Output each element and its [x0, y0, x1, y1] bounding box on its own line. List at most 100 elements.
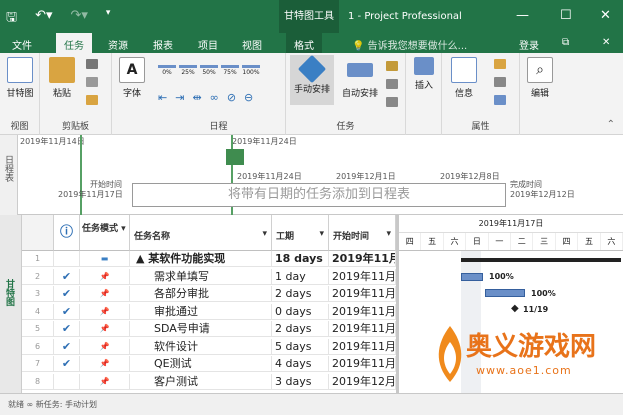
redo-icon[interactable]: ↷▾ [71, 8, 88, 30]
task-complete-indicator[interactable]: ✔ [54, 338, 80, 355]
inactivate-icon[interactable]: ⊖ [244, 91, 253, 104]
task-name-cell[interactable]: QE测试 [130, 356, 272, 372]
task-name-cell[interactable]: 各部分审批 [130, 286, 272, 302]
row-number[interactable]: 3 [22, 286, 54, 302]
select-all-corner[interactable] [22, 215, 54, 251]
task-name-cell[interactable]: 需求单填写 [130, 268, 272, 285]
ribbon-display-icon[interactable]: ⧉ [562, 37, 569, 48]
duration-cell[interactable]: 4 days [272, 356, 329, 372]
task-bar-3[interactable] [485, 289, 525, 297]
table-row[interactable]: 3 ✔ 📌 各部分审批 2 days 2019年11月 [22, 286, 396, 302]
pct-25-button[interactable]: 25% [179, 65, 197, 76]
minimize-icon[interactable]: — [516, 8, 529, 23]
task-mode-icon[interactable]: 📌 [80, 356, 130, 372]
duration-cell[interactable]: 1 day [272, 268, 329, 285]
unlink-icon[interactable]: ⊘ [227, 91, 236, 104]
start-cell[interactable]: 2019年11月 [329, 251, 396, 267]
duration-cell[interactable]: 2 days [272, 321, 329, 337]
pct-75-button[interactable]: 75% [221, 65, 239, 76]
task-complete-indicator[interactable] [54, 373, 80, 390]
milestone-diamond[interactable]: ◆ [511, 303, 519, 314]
task-mode-header[interactable]: 任务模式 ▾ [80, 215, 130, 251]
row-number[interactable]: 8 [22, 373, 54, 390]
maximize-icon[interactable]: ☐ [560, 8, 572, 23]
task-name-cell[interactable]: SDA号申请 [130, 321, 272, 337]
pct-0-button[interactable]: 0% [158, 65, 176, 76]
start-header[interactable]: 开始时间 ▾ [329, 215, 396, 251]
task-complete-indicator[interactable] [54, 251, 80, 267]
notes-icon[interactable] [494, 59, 506, 69]
task-complete-indicator[interactable]: ✔ [54, 303, 80, 320]
table-row[interactable]: 1 ▬ ▲ 某软件功能实现 18 days 2019年11月 [22, 251, 396, 267]
tab-file[interactable]: 文件 [12, 37, 32, 52]
row-number[interactable]: 2 [22, 268, 54, 285]
tab-view[interactable]: 视图 [242, 37, 262, 52]
mode-icon[interactable] [386, 97, 398, 107]
row-number[interactable]: 4 [22, 303, 54, 320]
row-number[interactable]: 6 [22, 338, 54, 355]
task-complete-indicator[interactable]: ✔ [54, 286, 80, 302]
undo-icon[interactable]: ↶▾ [35, 8, 52, 30]
start-cell[interactable]: 2019年11月 [329, 268, 396, 285]
start-cell[interactable]: 2019年11月 [329, 356, 396, 372]
details-icon[interactable] [494, 77, 506, 87]
duration-cell[interactable]: 3 days [272, 373, 329, 390]
task-bar-2[interactable] [461, 273, 483, 281]
timeline-drag-handle[interactable] [226, 149, 244, 165]
close-icon[interactable]: ✕ [600, 8, 611, 23]
pct-50-button[interactable]: 50% [200, 65, 218, 76]
insert-button[interactable]: 插入 [410, 57, 438, 91]
pct-100-button[interactable]: 100% [242, 65, 260, 76]
paste-button[interactable]: 粘贴 [46, 57, 78, 99]
auto-schedule-button[interactable]: 自动安排 [338, 57, 382, 99]
cut-icon[interactable] [86, 59, 98, 69]
task-name-cell[interactable]: 审批通过 [130, 303, 272, 320]
split-icon[interactable]: ⇹ [192, 91, 201, 104]
task-mode-icon[interactable]: 📌 [80, 373, 130, 390]
indent-icon[interactable]: ⇥ [175, 91, 184, 104]
task-name-cell[interactable]: ▲ 某软件功能实现 [130, 251, 272, 267]
task-name-cell[interactable]: 客户测试 [130, 373, 272, 390]
save-icon[interactable]: 🖫 [6, 8, 17, 30]
copy-icon[interactable] [86, 77, 98, 87]
info-column-icon[interactable]: ⓘ [54, 215, 80, 251]
timeline-placeholder[interactable]: 将带有日期的任务添加到日程表 [132, 183, 506, 207]
task-mode-icon[interactable]: 📌 [80, 321, 130, 337]
task-name-cell[interactable]: 软件设计 [130, 338, 272, 355]
table-row[interactable]: 8 📌 客户测试 3 days 2019年12月 [22, 373, 396, 390]
tab-format[interactable]: 格式 [286, 33, 322, 53]
inspect-icon[interactable] [386, 61, 398, 71]
tab-resource[interactable]: 资源 [108, 37, 128, 52]
task-mode-icon[interactable]: 📌 [80, 303, 130, 320]
customize-qat-icon[interactable]: ▾ [106, 8, 111, 30]
start-cell[interactable]: 2019年11月 [329, 286, 396, 302]
tab-report[interactable]: 报表 [153, 37, 173, 52]
start-cell[interactable]: 2019年11月 [329, 338, 396, 355]
editing-button[interactable]: ⌕ 编辑 [524, 57, 556, 99]
duration-cell[interactable]: 0 days [272, 303, 329, 320]
start-cell[interactable]: 2019年12月 [329, 373, 396, 390]
font-button[interactable]: A 字体 [116, 57, 148, 99]
move-icon[interactable] [386, 79, 398, 89]
table-row[interactable]: 6 ✔ 📌 软件设计 5 days 2019年11月 [22, 338, 396, 355]
add-timeline-icon[interactable] [494, 95, 506, 105]
table-row[interactable]: 4 ✔ 📌 审批通过 0 days 2019年11月 [22, 303, 396, 320]
login-link[interactable]: 登录 [519, 37, 539, 52]
outdent-icon[interactable]: ⇤ [158, 91, 167, 104]
table-row[interactable]: 7 ✔ 📌 QE测试 4 days 2019年11月 [22, 356, 396, 372]
task-name-header[interactable]: 任务名称 ▾ [130, 215, 272, 251]
tab-project[interactable]: 项目 [198, 37, 218, 52]
manual-schedule-button[interactable]: 手动安排 [290, 54, 334, 105]
task-complete-indicator[interactable]: ✔ [54, 321, 80, 337]
task-mode-icon[interactable]: 📌 [80, 286, 130, 302]
gantt-chart-button[interactable]: 甘特图 [4, 57, 36, 99]
task-complete-indicator[interactable]: ✔ [54, 268, 80, 285]
table-row[interactable]: 5 ✔ 📌 SDA号申请 2 days 2019年11月 [22, 321, 396, 337]
table-row[interactable]: 2 ✔ 📌 需求单填写 1 day 2019年11月 [22, 268, 396, 285]
duration-cell[interactable]: 2 days [272, 286, 329, 302]
tab-task[interactable]: 任务 [56, 33, 92, 53]
start-cell[interactable]: 2019年11月 [329, 321, 396, 337]
row-number[interactable]: 1 [22, 251, 54, 267]
duration-header[interactable]: 工期 ▾ [272, 215, 329, 251]
task-mode-icon[interactable]: ▬ [80, 251, 130, 267]
